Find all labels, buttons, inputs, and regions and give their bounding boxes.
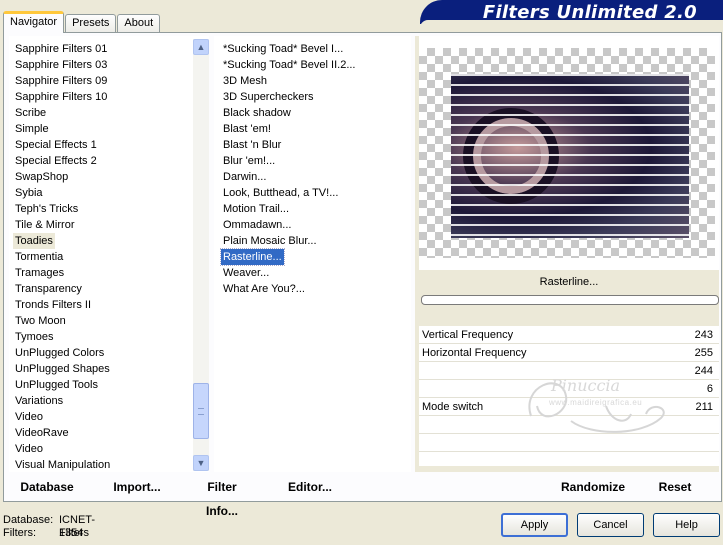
category-item[interactable]: UnPlugged Tools — [13, 377, 100, 393]
filter-item[interactable]: Ommadawn... — [221, 217, 293, 233]
import-button[interactable]: Import... — [110, 475, 164, 499]
filter-item[interactable]: Blur 'em!... — [221, 153, 277, 169]
category-item[interactable]: UnPlugged Colors — [13, 345, 106, 361]
apply-button[interactable]: Apply — [501, 513, 568, 537]
category-item[interactable]: UnPlugged Shapes — [13, 361, 112, 377]
category-item[interactable]: Special Effects 2 — [13, 153, 99, 169]
preview-panel — [419, 36, 719, 270]
category-item[interactable]: Sapphire Filters 09 — [13, 73, 109, 89]
category-item[interactable]: Video — [13, 409, 45, 425]
scroll-up-icon[interactable]: ▲ — [193, 39, 209, 55]
filter-item[interactable]: Darwin... — [221, 169, 268, 185]
navigator-panel: Visual Manipulation Video VideoRave Video Va… — [3, 32, 723, 518]
database-button[interactable]: Database — [14, 475, 80, 499]
category-item[interactable]: Tymoes — [13, 329, 56, 345]
category-item[interactable]: Teph's Tricks — [13, 201, 80, 217]
filters-label: Filters: — [3, 527, 36, 539]
selected-filter-name: Rasterline... — [419, 270, 719, 294]
editor-button[interactable]: Editor... — [288, 475, 332, 499]
reset-button[interactable]: Reset — [656, 475, 694, 499]
filter-item[interactable]: Blast 'em! — [221, 121, 273, 137]
category-item[interactable]: Tramages — [13, 265, 66, 281]
cancel-button[interactable]: Cancel — [577, 513, 644, 537]
parameter-label: Horizontal Frequency — [422, 347, 527, 359]
filter-item[interactable]: *Sucking Toad* Bevel II.2... — [221, 57, 358, 73]
watermark: Pinuccia www.maidireigrafica.eu — [511, 366, 711, 438]
database-label: Database: — [3, 514, 54, 526]
banner-title: Filters Unlimited 2.0 — [482, 2, 697, 23]
filter-item[interactable]: 3D Supercheckers — [221, 89, 316, 105]
tab-about[interactable]: About — [117, 14, 161, 33]
category-item[interactable]: Sybia — [13, 185, 45, 201]
category-item[interactable]: Visual Manipulation — [13, 457, 112, 472]
filter-item[interactable]: Rasterline... — [220, 248, 285, 266]
filter-item[interactable]: Black shadow — [221, 105, 293, 121]
footer-toolbar: Database Import... Filter Info... Editor… — [4, 475, 723, 518]
category-item[interactable]: Scribe — [13, 105, 48, 121]
category-item[interactable]: Transparency — [13, 281, 84, 297]
parameter-row[interactable]: Vertical Frequency 243 — [419, 326, 719, 344]
parameter-list: Mode switch 211 6 244 Horizontal Frequency 25… — [419, 326, 719, 466]
filter-item[interactable]: Plain Mosaic Blur... — [221, 233, 319, 249]
filter-info-button[interactable]: Filter Info... — [190, 475, 254, 518]
category-item[interactable]: Special Effects 1 — [13, 137, 99, 153]
category-item[interactable]: Tronds Filters II — [13, 297, 93, 313]
parameter-row[interactable] — [419, 452, 719, 466]
category-item[interactable]: Sapphire Filters 10 — [13, 89, 109, 105]
category-item[interactable]: Simple — [13, 121, 51, 137]
parameter-label: Mode switch — [422, 401, 484, 413]
filter-item[interactable]: 3D Mesh — [221, 73, 269, 89]
filter-item[interactable]: Blast 'n Blur — [221, 137, 283, 153]
category-item[interactable]: Video — [13, 441, 45, 457]
tab-presets[interactable]: Presets — [65, 14, 117, 33]
category-list[interactable]: Visual Manipulation Video VideoRave Video Va… — [9, 36, 209, 472]
randomize-button[interactable]: Randomize — [558, 475, 628, 499]
filters-count: 1354 — [59, 527, 84, 539]
category-item[interactable]: Sapphire Filters 03 — [13, 57, 109, 73]
category-item[interactable]: SwapShop — [13, 169, 70, 185]
scroll-down-icon[interactable]: ▼ — [193, 455, 209, 471]
parameter-value[interactable]: 255 — [695, 344, 713, 362]
parameter-label: Vertical Frequency — [422, 329, 514, 341]
title-banner: Filters Unlimited 2.0 — [420, 0, 723, 24]
filter-list[interactable]: *Sucking Toad* Bevel I... *Sucking Toad* … — [214, 36, 411, 472]
category-item[interactable]: Variations — [13, 393, 65, 409]
category-item[interactable]: Tormentia — [13, 249, 65, 265]
transparency-checkerboard — [419, 48, 715, 258]
parameter-row[interactable]: Horizontal Frequency 255 — [419, 344, 719, 362]
category-scrollbar[interactable]: ▲ ▼ — [193, 39, 209, 471]
category-item[interactable]: Tile & Mirror — [13, 217, 76, 233]
preview-area: Rasterline... Mode switch 211 6 244 Horizont… — [415, 36, 719, 472]
tab-navigator[interactable]: Navigator — [3, 11, 65, 33]
category-item[interactable]: Toadies — [13, 233, 55, 249]
help-button[interactable]: Help — [653, 513, 720, 537]
filter-item[interactable]: *Sucking Toad* Bevel I... — [221, 41, 345, 57]
tab-bar: Navigator Presets About — [3, 11, 161, 33]
filter-item[interactable]: What Are You?... — [221, 281, 307, 297]
filter-item[interactable]: Look, Butthead, a TV!... — [221, 185, 340, 201]
category-item[interactable]: Sapphire Filters 01 — [13, 41, 109, 57]
category-item[interactable]: VideoRave — [13, 425, 71, 441]
filter-item[interactable]: Motion Trail... — [221, 201, 291, 217]
filter-item[interactable]: Weaver... — [221, 265, 271, 281]
scroll-thumb[interactable] — [193, 383, 209, 439]
category-item[interactable]: Two Moon — [13, 313, 68, 329]
parameter-value[interactable]: 243 — [695, 326, 713, 344]
progress-bar — [421, 295, 719, 305]
preview-image — [451, 74, 689, 238]
